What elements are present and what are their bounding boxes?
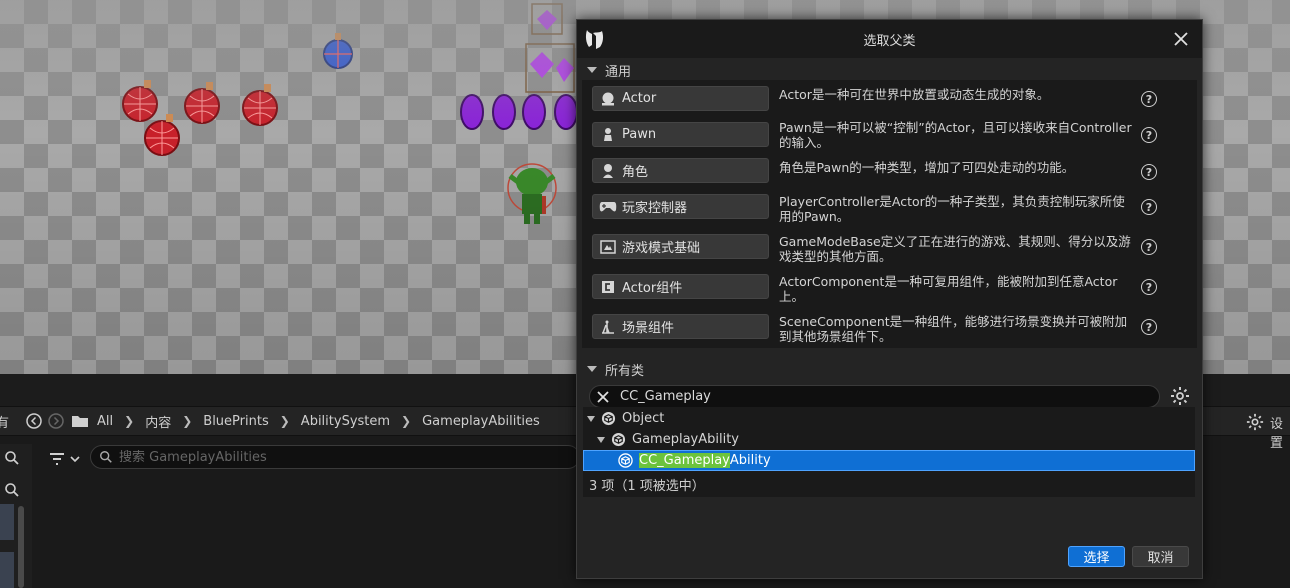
breadcrumb-gameplay-abilities[interactable]: GameplayAbilities xyxy=(422,414,540,429)
chevron-right-icon: ❯ xyxy=(401,414,412,428)
game-mode-base-description: GameModeBase定义了正在进行的游戏、其规则、得分以及游戏类型的其他方面… xyxy=(779,234,1131,264)
help-icon[interactable]: ? xyxy=(1141,91,1157,107)
pawn-class-button[interactable]: Pawn xyxy=(592,122,769,147)
goblin-character-prop xyxy=(507,163,557,224)
actor-description: Actor是一种可在世界中放置或动态生成的对象。 xyxy=(779,87,1050,102)
search-icon[interactable] xyxy=(4,450,20,466)
tree-item-cc-gameplay-ability[interactable]: CC_Gameplay Ability xyxy=(583,450,1195,471)
breadcrumb-all[interactable]: All xyxy=(97,414,113,429)
scene-component-description: SceneComponent是一种组件，能够进行场景变换并可被附加到其他场景组件… xyxy=(779,314,1128,344)
breadcrumb-content[interactable]: 内容 xyxy=(145,412,171,431)
scene-component-class-button[interactable]: 场景组件 xyxy=(592,314,769,339)
breadcrumb-ability-system[interactable]: AbilitySystem xyxy=(301,414,390,429)
expand-arrow-icon[interactable] xyxy=(587,415,595,422)
gamepad-icon xyxy=(599,198,617,216)
common-classes-header[interactable]: 通用 xyxy=(577,59,1202,81)
actor-component-icon xyxy=(599,278,617,296)
all-classes-header[interactable]: 所有类 xyxy=(577,358,1202,380)
collapse-arrow-icon xyxy=(587,67,597,73)
cut-off-label: 有 xyxy=(0,415,10,431)
dialog-title-bar[interactable]: 选取父类 xyxy=(577,20,1202,58)
purple-crystal-prop xyxy=(525,3,575,93)
actor-label: Actor xyxy=(622,91,657,106)
search-match-highlight: CC_Gameplay xyxy=(639,453,730,468)
help-icon[interactable]: ? xyxy=(1141,199,1157,215)
tree-item-object[interactable]: Object xyxy=(583,408,1195,429)
tree-item-label: Ability xyxy=(729,453,771,468)
chevron-right-icon: ❯ xyxy=(279,414,290,428)
clear-search-icon[interactable] xyxy=(596,390,610,404)
unreal-logo-icon xyxy=(585,30,604,49)
tree-item-label: GameplayAbility xyxy=(632,432,739,447)
item-count-status: 3 项（1 项被选中） xyxy=(589,479,705,494)
common-classes-panel: Actor Actor是一种可在世界中放置或动态生成的对象。 ? Pawn Pa… xyxy=(582,80,1197,348)
chevron-right-icon: ❯ xyxy=(124,414,135,428)
help-icon[interactable]: ? xyxy=(1141,239,1157,255)
game-mode-base-label: 游戏模式基础 xyxy=(622,241,701,256)
chevron-right-icon: ❯ xyxy=(182,414,193,428)
help-icon[interactable]: ? xyxy=(1141,319,1157,335)
pawn-description: Pawn是一种可以被“控制”的Actor，且可以接收来自Controller的输… xyxy=(779,120,1132,150)
class-icon xyxy=(601,411,616,426)
red-potion-prop xyxy=(144,114,180,156)
player-controller-class-button[interactable]: 玩家控制器 xyxy=(592,194,769,219)
search-icon xyxy=(100,451,112,463)
close-icon[interactable] xyxy=(1172,30,1190,48)
player-controller-description: PlayerController是Actor的一种子类型，其负责控制玩家所使用的… xyxy=(779,194,1125,224)
actor-component-description: ActorComponent是一种可复用组件，能被附加到任意Actor上。 xyxy=(779,274,1118,304)
sources-tree-item[interactable] xyxy=(0,552,14,588)
breadcrumb-blueprints[interactable]: BluePrints xyxy=(203,414,268,429)
character-description: 角色是Pawn的一种类型，增加了可四处走动的功能。 xyxy=(779,160,1075,175)
settings-gear-icon[interactable] xyxy=(1246,413,1264,431)
common-section-label: 通用 xyxy=(605,64,632,80)
forward-arrow-icon[interactable] xyxy=(47,412,65,430)
scene-component-icon xyxy=(599,318,617,336)
settings-label[interactable]: 设置 xyxy=(1270,413,1290,451)
tree-item-gameplay-ability[interactable]: GameplayAbility xyxy=(583,429,1195,450)
content-search-field[interactable] xyxy=(90,445,580,469)
sources-tree-item[interactable] xyxy=(0,504,14,540)
player-controller-label: 玩家控制器 xyxy=(622,201,688,216)
actor-component-class-button[interactable]: Actor组件 xyxy=(592,274,769,299)
select-button[interactable]: 选择 xyxy=(1068,546,1125,567)
pawn-label: Pawn xyxy=(622,127,657,142)
actor-class-button[interactable]: Actor xyxy=(592,86,769,111)
actor-icon xyxy=(599,90,617,108)
expand-arrow-icon[interactable] xyxy=(597,436,605,443)
red-potion-prop xyxy=(242,84,278,126)
content-search-input[interactable] xyxy=(119,449,559,465)
scrollbar[interactable] xyxy=(18,506,24,588)
search-icon[interactable] xyxy=(4,482,20,498)
game-mode-icon xyxy=(599,238,617,256)
class-icon xyxy=(618,453,633,468)
collapse-arrow-icon xyxy=(587,366,597,372)
class-search-input[interactable] xyxy=(620,389,1140,404)
cancel-button[interactable]: 取消 xyxy=(1132,546,1189,567)
character-label: 角色 xyxy=(622,165,649,180)
tree-item-label: Object xyxy=(622,411,665,426)
class-search-field[interactable] xyxy=(589,385,1160,408)
dialog-title: 选取父类 xyxy=(863,33,916,49)
red-potion-prop xyxy=(184,82,220,124)
help-icon[interactable]: ? xyxy=(1141,164,1157,180)
game-mode-base-class-button[interactable]: 游戏模式基础 xyxy=(592,234,769,259)
pick-parent-class-dialog: 选取父类 通用 Actor Actor是一种可在世界中放置或动态生成的对象。 ? xyxy=(576,19,1203,579)
help-icon[interactable]: ? xyxy=(1141,127,1157,143)
pawn-icon xyxy=(599,126,617,144)
back-arrow-icon[interactable] xyxy=(25,412,43,430)
blue-potion-prop xyxy=(323,33,353,69)
filter-icon[interactable] xyxy=(48,450,66,468)
sources-panel xyxy=(0,444,32,588)
scene-component-label: 场景组件 xyxy=(622,321,675,336)
character-icon xyxy=(599,162,617,180)
help-icon[interactable]: ? xyxy=(1141,279,1157,295)
all-section-label: 所有类 xyxy=(605,363,645,379)
actor-component-label: Actor组件 xyxy=(622,281,683,296)
folder-icon xyxy=(72,416,89,427)
chevron-down-icon[interactable] xyxy=(70,455,80,463)
class-icon xyxy=(611,432,626,447)
settings-gear-icon[interactable] xyxy=(1170,386,1190,406)
character-class-button[interactable]: 角色 xyxy=(592,158,769,183)
